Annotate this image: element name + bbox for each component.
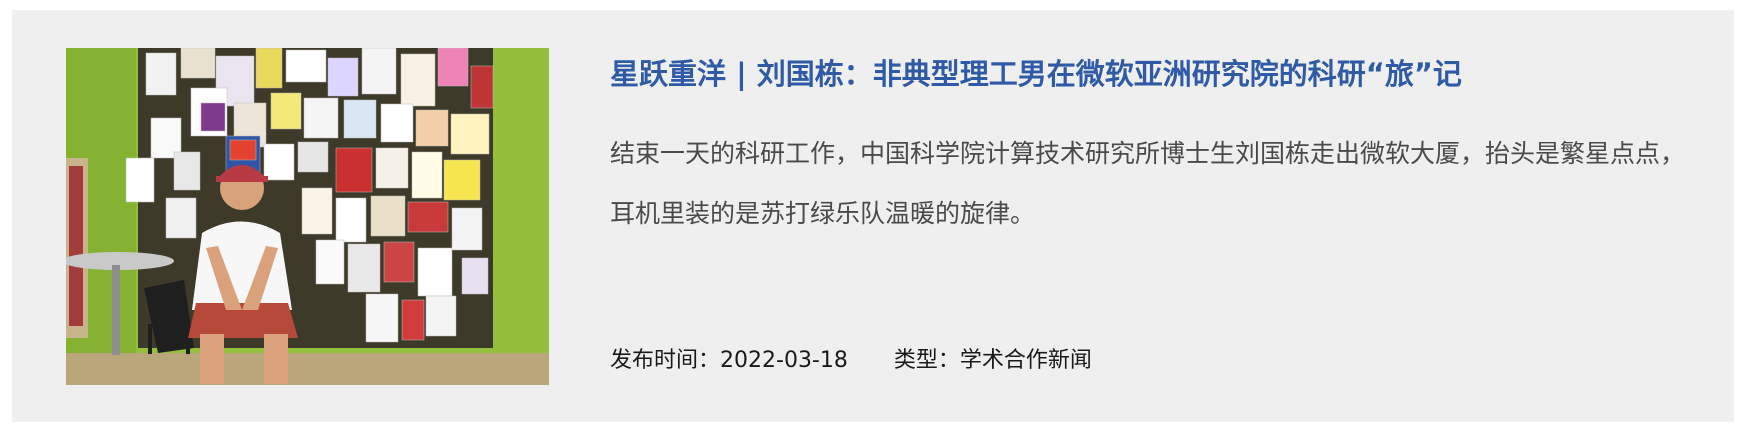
publish-date: 2022-03-18 [720, 348, 848, 373]
article-meta: 发布时间：2022-03-18 类型：学术合作新闻 [610, 346, 1092, 376]
article-thumbnail[interactable] [66, 48, 549, 385]
article-content: 星跃重洋 | 刘国栋：非典型理工男在微软亚洲研究院的科研“旅”记 结束一天的科研… [610, 40, 1710, 400]
publish-time: 发布时间：2022-03-18 [610, 346, 848, 376]
article-summary: 结束一天的科研工作，中国科学院计算技术研究所博士生刘国栋走出微软大厦，抬头是繁星… [610, 139, 1686, 228]
article-title-link[interactable]: 星跃重洋 | 刘国栋：非典型理工男在微软亚洲研究院的科研“旅”记 [610, 54, 1462, 94]
article-type-value: 学术合作新闻 [959, 348, 1092, 373]
article-type-label: 类型： [893, 348, 960, 373]
publish-time-label: 发布时间： [610, 348, 721, 373]
news-card: 星跃重洋 | 刘国栋：非典型理工男在微软亚洲研究院的科研“旅”记 结束一天的科研… [12, 10, 1734, 422]
article-type: 类型：学术合作新闻 [894, 346, 1092, 376]
thumbnail-photo [66, 48, 549, 385]
